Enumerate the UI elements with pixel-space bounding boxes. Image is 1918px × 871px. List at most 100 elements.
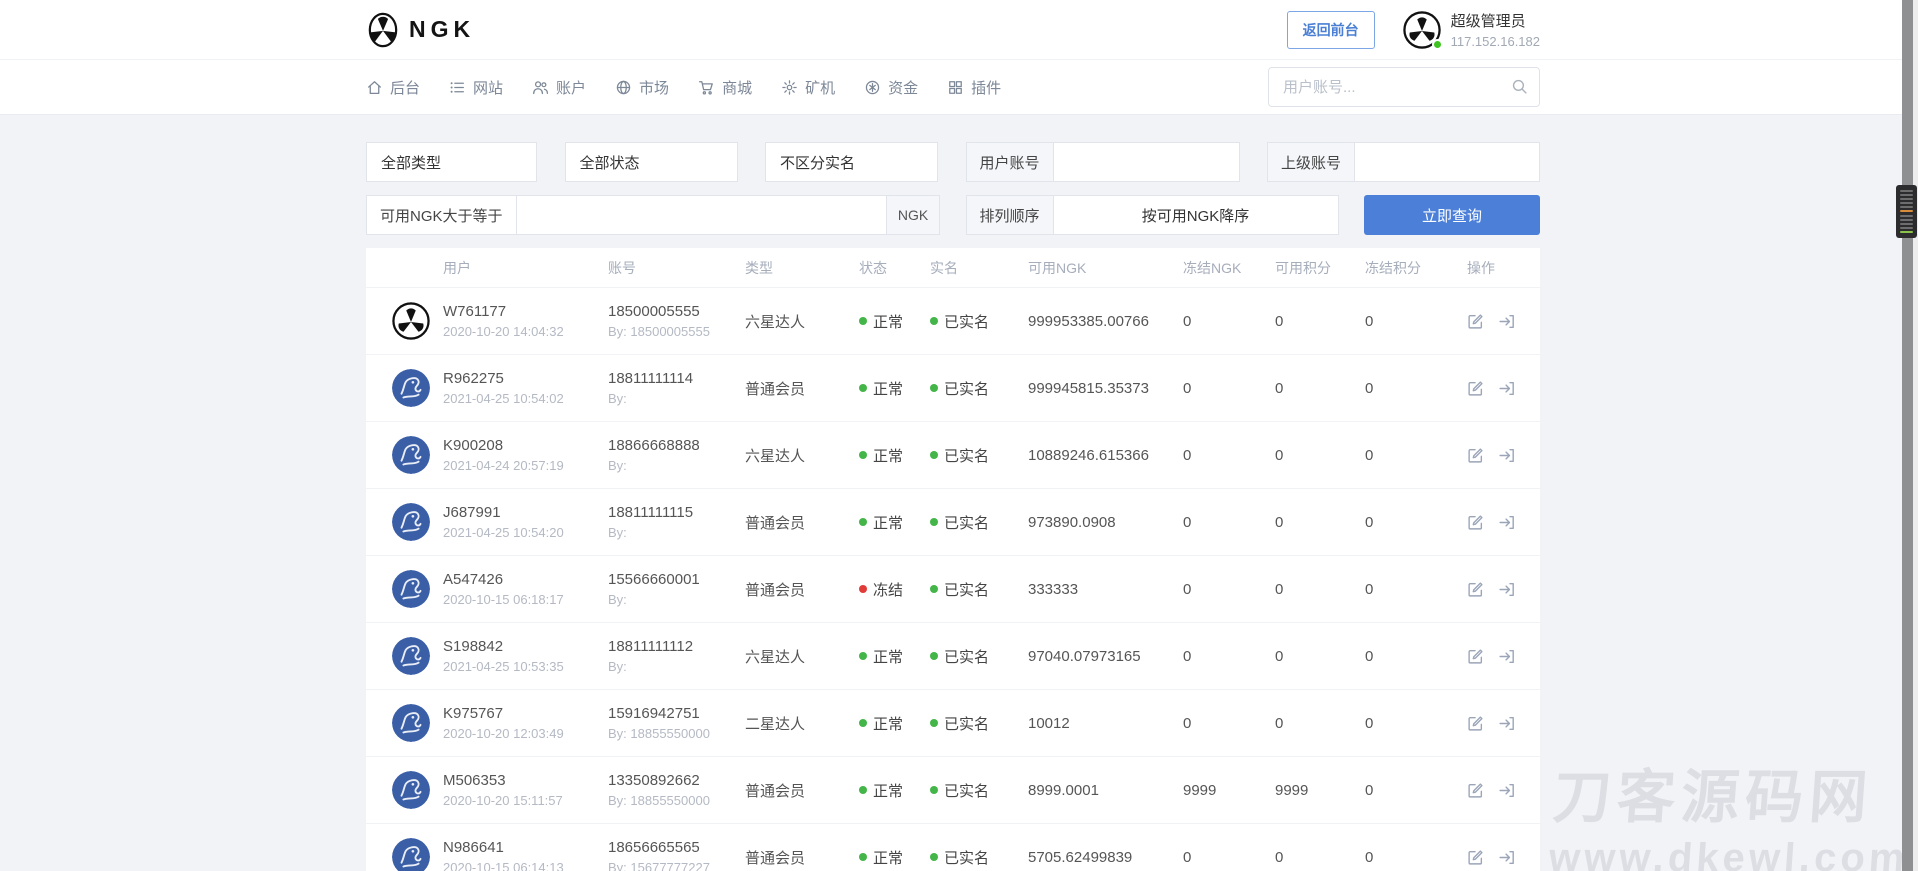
back-to-front-button[interactable]: 返回前台 (1287, 11, 1375, 49)
login-as-user-icon[interactable] (1498, 648, 1515, 665)
referrer: By: 18855550000 (608, 793, 745, 808)
admin-ip: 117.152.16.182 (1451, 34, 1540, 49)
frozen-points: 0 (1365, 514, 1467, 531)
edit-user-icon[interactable] (1467, 313, 1484, 330)
user-id: W761177 (443, 303, 608, 320)
login-as-user-icon[interactable] (1498, 581, 1515, 598)
nav-item[interactable]: 市场 (615, 77, 669, 98)
member-type: 六星达人 (745, 445, 859, 466)
nav-item[interactable]: 网站 (449, 77, 503, 98)
parent-account-field[interactable] (1355, 143, 1539, 181)
member-type: 普通会员 (745, 579, 859, 600)
referrer: By: 18500005555 (608, 324, 745, 339)
frozen-ngk: 0 (1183, 447, 1275, 464)
available-points: 0 (1275, 313, 1365, 330)
realname-dot-icon (930, 451, 938, 459)
nav-item[interactable]: 账户 (532, 77, 586, 98)
nav-item[interactable]: 资金 (864, 77, 918, 98)
login-as-user-icon[interactable] (1498, 447, 1515, 464)
available-ngk: 10012 (1028, 715, 1183, 732)
brand: NGK (366, 11, 475, 49)
admin-page: NGK 返回前台 (0, 0, 1918, 871)
login-as-user-icon[interactable] (1498, 849, 1515, 866)
realname-filter-select[interactable]: 不区分实名 (765, 142, 938, 182)
member-type: 普通会员 (745, 512, 859, 533)
user-avatar (392, 570, 430, 608)
admin-chip[interactable]: 超级管理员 117.152.16.182 (1403, 10, 1540, 49)
login-as-user-icon[interactable] (1498, 715, 1515, 732)
realname-dot-icon (930, 652, 938, 660)
list-icon (449, 79, 466, 96)
available-points: 0 (1275, 380, 1365, 397)
query-button[interactable]: 立即查询 (1364, 195, 1540, 235)
ngk-gte-label: 可用NGK大于等于 (367, 196, 517, 234)
user-id: J687991 (443, 504, 608, 521)
nav-item-label: 矿机 (805, 77, 835, 98)
realname-dot-icon (930, 384, 938, 392)
login-as-user-icon[interactable] (1498, 313, 1515, 330)
nav-item-label: 商城 (722, 77, 752, 98)
status-text: 正常 (873, 512, 903, 533)
login-as-user-icon[interactable] (1498, 380, 1515, 397)
referrer: By: (608, 458, 745, 473)
nav-item-label: 市场 (639, 77, 669, 98)
ngk-gte-field[interactable] (517, 196, 886, 234)
realname-text: 已实名 (944, 847, 989, 868)
window-edge (1913, 0, 1918, 871)
frozen-ngk: 0 (1183, 849, 1275, 866)
account-number: 15916942751 (608, 705, 745, 722)
frozen-ngk: 0 (1183, 581, 1275, 598)
account-number: 18811111112 (608, 638, 745, 655)
login-as-user-icon[interactable] (1498, 782, 1515, 799)
referrer: By: (608, 391, 745, 406)
register-time: 2021-04-24 20:57:19 (443, 458, 608, 473)
user-account-search-input[interactable] (1268, 67, 1540, 107)
scrollbar[interactable] (1902, 0, 1913, 871)
table-row: A547426 2020-10-15 06:18:17 15566660001 … (366, 556, 1540, 623)
table-header-row: 用户 账号 类型 状态 实名 可用NGK 冻结NGK 可用积分 冻结积分 操作 (366, 248, 1540, 288)
user-id: N986641 (443, 839, 608, 856)
col-type: 类型 (745, 258, 859, 278)
order-label: 排列顺序 (967, 196, 1054, 234)
status-dot-icon (859, 384, 867, 392)
nav-item[interactable]: 商城 (698, 77, 752, 98)
status-filter-select[interactable]: 全部状态 (565, 142, 738, 182)
frozen-ngk: 9999 (1183, 782, 1275, 799)
nav-item[interactable]: 后台 (366, 77, 420, 98)
member-type: 普通会员 (745, 780, 859, 801)
minimap-widget[interactable] (1896, 185, 1917, 238)
nav-item[interactable]: 矿机 (781, 77, 835, 98)
realname-dot-icon (930, 518, 938, 526)
order-select[interactable]: 按可用NGK降序 (1054, 196, 1338, 234)
available-ngk: 973890.0908 (1028, 514, 1183, 531)
status-text: 正常 (873, 713, 903, 734)
search-icon[interactable] (1511, 78, 1528, 100)
user-account-field[interactable] (1054, 143, 1239, 181)
admin-avatar (1403, 11, 1441, 49)
col-user: 用户 (443, 258, 608, 278)
nav-item[interactable]: 插件 (947, 77, 1001, 98)
users-icon (532, 79, 549, 96)
edit-user-icon[interactable] (1467, 514, 1484, 531)
edit-user-icon[interactable] (1467, 380, 1484, 397)
edit-user-icon[interactable] (1467, 715, 1484, 732)
realname-dot-icon (930, 853, 938, 861)
status-text: 正常 (873, 780, 903, 801)
register-time: 2021-04-25 10:53:35 (443, 659, 608, 674)
edit-user-icon[interactable] (1467, 581, 1484, 598)
edit-user-icon[interactable] (1467, 849, 1484, 866)
col-actions: 操作 (1467, 258, 1540, 278)
available-ngk: 5705.62499839 (1028, 849, 1183, 866)
edit-user-icon[interactable] (1467, 447, 1484, 464)
type-filter-select[interactable]: 全部类型 (366, 142, 537, 182)
status-dot-icon (859, 518, 867, 526)
account-number: 15566660001 (608, 571, 745, 588)
referrer: By: (608, 592, 745, 607)
users-table: 用户 账号 类型 状态 实名 可用NGK 冻结NGK 可用积分 冻结积分 操作 (366, 248, 1540, 871)
available-ngk: 97040.07973165 (1028, 648, 1183, 665)
login-as-user-icon[interactable] (1498, 514, 1515, 531)
edit-user-icon[interactable] (1467, 782, 1484, 799)
realname-dot-icon (930, 719, 938, 727)
edit-user-icon[interactable] (1467, 648, 1484, 665)
available-ngk: 999953385.00766 (1028, 313, 1183, 330)
